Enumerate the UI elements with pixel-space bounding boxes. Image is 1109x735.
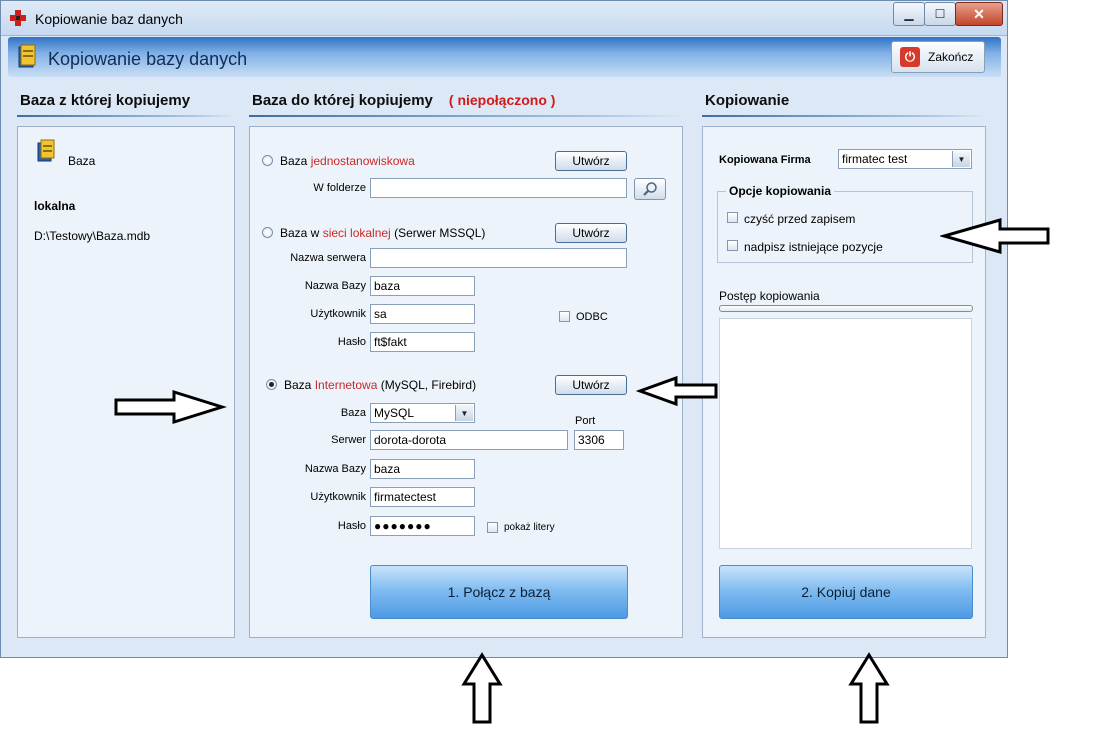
copy-options-group: Opcje kopiowania czyść przed zapisem nad… <box>717 184 973 263</box>
power-icon: ⏻ <box>900 47 920 67</box>
lan-password-label: Hasło <box>337 336 366 348</box>
maximize-button[interactable]: ☐ <box>924 2 956 26</box>
port-input[interactable]: 3306 <box>574 430 624 450</box>
odbc-label: ODBC <box>576 311 608 323</box>
lan-server-label: Nazwa serwera <box>290 252 366 264</box>
source-db-label: Baza <box>68 154 96 168</box>
arrow-up-icon <box>848 652 890 724</box>
radio-local-network[interactable] <box>262 227 273 238</box>
single-station-label-red: jednostanowiskowa <box>310 154 415 168</box>
arrow-left-icon <box>940 218 1050 254</box>
target-panel: Baza jednostanowiskowa Utwórz W folderze… <box>249 126 683 638</box>
create-lan-button[interactable]: Utwórz <box>555 223 627 243</box>
header-title: Kopiowanie bazy danych <box>48 49 248 69</box>
company-select[interactable]: firmatec test ▼ <box>838 149 972 169</box>
internet-label-suffix: (MySQL, Firebird) <box>377 378 477 392</box>
single-station-label-prefix: Baza <box>280 154 311 168</box>
close-window-button[interactable]: ✕ <box>955 2 1003 26</box>
internet-server-input[interactable]: dorota-dorota <box>370 430 568 450</box>
clear-before-save-label: czyść przed zapisem <box>744 212 856 226</box>
port-label: Port <box>575 415 596 427</box>
show-chars-checkbox[interactable] <box>487 522 498 533</box>
internet-user-input[interactable]: firmatectest <box>370 487 475 507</box>
internet-db-select[interactable]: MySQL ▼ <box>370 403 475 423</box>
arrow-up-icon <box>461 652 503 724</box>
internet-password-input[interactable]: ●●●●●●● <box>370 516 475 536</box>
exit-button[interactable]: ⏻ Zakończ <box>891 41 985 73</box>
lan-user-input[interactable]: sa <box>370 304 475 324</box>
copy-progress-bar <box>719 305 973 312</box>
chevron-down-icon: ▼ <box>952 151 970 167</box>
copy-data-button[interactable]: 2. Kopiuj dane <box>719 565 973 619</box>
clear-before-save-checkbox[interactable] <box>727 212 738 223</box>
local-network-label: Baza w sieci lokalnej (Serwer MSSQL) <box>280 226 485 240</box>
minimize-button[interactable]: ▁ <box>893 2 925 26</box>
radio-single-station[interactable] <box>262 155 273 166</box>
source-panel: Baza lokalna D:\Testowy\Baza.mdb <box>17 126 235 638</box>
copy-heading-underline <box>702 115 986 117</box>
title-bar: Kopiowanie baz danych ▁ ☐ ✕ <box>1 1 1007 36</box>
copy-panel: Kopiowana Firma firmatec test ▼ Opcje ko… <box>702 126 986 638</box>
local-network-label-red: sieci lokalnej <box>322 226 391 240</box>
create-internet-button[interactable]: Utwórz <box>555 375 627 395</box>
overwrite-existing-checkbox[interactable] <box>727 240 738 251</box>
app-window: Kopiowanie baz danych ▁ ☐ ✕ Kopiowanie b… <box>0 0 1008 658</box>
create-single-button[interactable]: Utwórz <box>555 151 627 171</box>
overwrite-existing-label: nadpisz istniejące pozycje <box>744 240 883 254</box>
internet-dbname-input[interactable]: baza <box>370 459 475 479</box>
local-network-label-prefix: Baza w <box>280 226 323 240</box>
local-network-label-suffix: (Serwer MSSQL) <box>390 226 486 240</box>
internet-label: Baza Internetowa (MySQL, Firebird) <box>284 378 476 392</box>
database-icon <box>18 44 36 68</box>
lan-dbname-input[interactable]: baza <box>370 276 475 296</box>
internet-user-label: Użytkownik <box>310 491 366 503</box>
internet-dbname-label: Nazwa Bazy <box>304 463 366 475</box>
header-band: Kopiowanie bazy danych ⏻ Zakończ <box>8 37 1001 77</box>
copy-heading: Kopiowanie <box>705 92 790 109</box>
source-db-type: lokalna <box>34 199 76 213</box>
source-db-path: D:\Testowy\Baza.mdb <box>34 229 151 243</box>
target-heading-text: Baza do której kopiujemy <box>252 92 433 109</box>
internet-db-value: MySQL <box>374 406 415 420</box>
connect-button[interactable]: 1. Połącz z bazą <box>370 565 628 619</box>
database-icon <box>37 139 55 162</box>
window-title: Kopiowanie baz danych <box>35 11 183 27</box>
company-label: Kopiowana Firma <box>719 154 811 166</box>
show-chars-label: pokaż litery <box>504 522 555 533</box>
target-heading-underline <box>249 115 683 117</box>
internet-password-label: Hasło <box>337 520 366 532</box>
app-logo-icon <box>10 10 26 26</box>
arrow-left-icon <box>636 375 718 407</box>
internet-db-label: Baza <box>340 407 366 419</box>
internet-label-prefix: Baza <box>284 378 315 392</box>
internet-server-label: Serwer <box>331 434 366 446</box>
folder-label: W folderze <box>313 182 366 194</box>
exit-button-label: Zakończ <box>928 50 974 64</box>
search-icon <box>643 182 657 196</box>
single-station-label: Baza jednostanowiskowa <box>280 154 415 168</box>
chevron-down-icon: ▼ <box>455 405 473 421</box>
lan-password-input[interactable]: ft$fakt <box>370 332 475 352</box>
radio-internet[interactable] <box>266 379 277 390</box>
progress-label: Postęp kopiowania <box>719 289 820 303</box>
company-select-value: firmatec test <box>842 152 908 166</box>
connection-status: ( niepołączono ) <box>448 92 556 108</box>
copy-options-legend: Opcje kopiowania <box>726 184 835 198</box>
lan-server-input[interactable] <box>370 248 627 268</box>
source-heading-underline <box>17 115 235 117</box>
copy-log-box <box>719 318 972 549</box>
odbc-checkbox[interactable] <box>559 311 570 322</box>
lan-user-label: Użytkownik <box>310 308 366 320</box>
browse-folder-button[interactable] <box>634 178 666 200</box>
source-heading: Baza z której kopiujemy <box>20 92 191 109</box>
lan-dbname-label: Nazwa Bazy <box>304 280 366 292</box>
target-heading: Baza do której kopiujemy ( niepołączono ) <box>252 92 555 109</box>
folder-input[interactable] <box>370 178 627 198</box>
arrow-right-icon <box>114 389 228 425</box>
internet-label-red: Internetowa <box>314 378 378 392</box>
